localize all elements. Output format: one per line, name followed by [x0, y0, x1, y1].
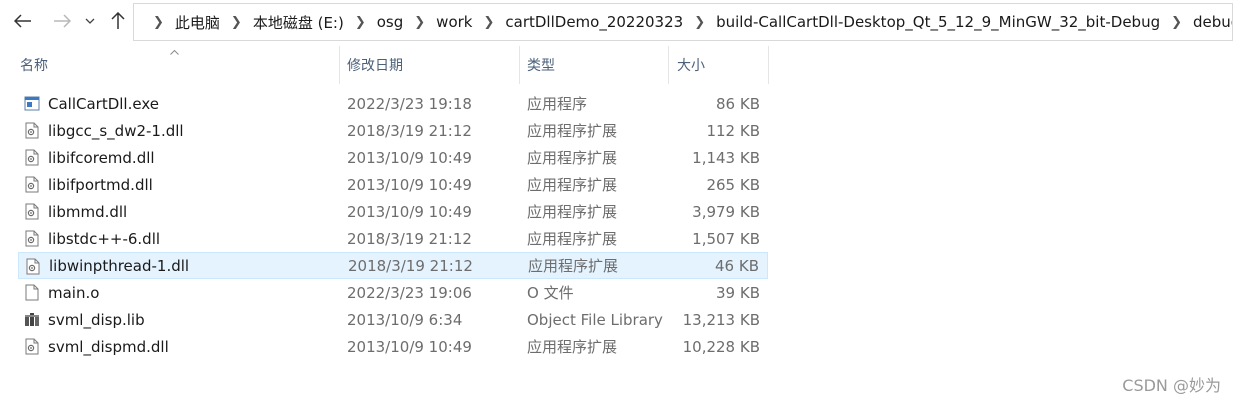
- file-size: 3,979 KB: [692, 202, 760, 221]
- file-modified-date: 2022/3/23 19:06: [347, 283, 472, 302]
- column-header-type-label: 类型: [527, 58, 555, 74]
- file-size: 265 KB: [706, 175, 760, 194]
- file-modified-date: 2013/10/9 6:34: [347, 310, 463, 329]
- file-modified-date: 2018/3/19 21:12: [348, 256, 473, 275]
- up-button[interactable]: [107, 10, 129, 32]
- file-size: 10,228 KB: [682, 337, 760, 356]
- file-type: 应用程序扩展: [527, 230, 618, 248]
- column-divider[interactable]: [768, 46, 769, 84]
- file-size: 1,507 KB: [692, 229, 760, 248]
- chevron-down-icon: [85, 18, 95, 24]
- dll-icon: [24, 338, 40, 355]
- column-header-size-label: 大小: [677, 58, 705, 74]
- file-icon: [24, 284, 40, 301]
- dll-icon: [24, 230, 40, 247]
- file-type: 应用程序: [527, 95, 588, 113]
- file-list: CallCartDll.exe 2022/3/23 19:18 应用程序 86 KB l…: [18, 90, 768, 360]
- file-row[interactable]: libstdc++-6.dll 2018/3/19 21:12 应用程序扩展 1,50…: [18, 225, 768, 252]
- chevron-right-icon[interactable]: ❯: [355, 15, 366, 30]
- address-bar[interactable]: ❯ 此电脑 ❯ 本地磁盘 (E:) ❯ osg ❯ work ❯ cartDll…: [133, 3, 1233, 41]
- chevron-right-icon[interactable]: ❯: [1171, 15, 1182, 30]
- file-modified-date: 2022/3/23 19:18: [347, 94, 472, 113]
- file-type: 应用程序扩展: [527, 203, 618, 221]
- file-name: libmmd.dll: [48, 202, 128, 221]
- sort-ascending-icon: [170, 47, 179, 58]
- file-type: O 文件: [527, 284, 574, 302]
- file-name: main.o: [48, 283, 100, 302]
- file-modified-date: 2013/10/9 10:49: [347, 337, 472, 356]
- column-header-type[interactable]: 类型: [520, 46, 668, 84]
- file-size: 86 KB: [716, 94, 760, 113]
- file-name: svml_dispmd.dll: [48, 337, 169, 356]
- file-row[interactable]: libifportmd.dll 2013/10/9 10:49 应用程序扩展 265 …: [18, 171, 768, 198]
- file-size: 112 KB: [706, 121, 760, 140]
- dll-icon: [24, 203, 40, 220]
- dll-icon: [25, 258, 41, 275]
- chevron-right-icon[interactable]: ❯: [153, 15, 164, 30]
- file-modified-date: 2013/10/9 10:49: [347, 202, 472, 221]
- file-row[interactable]: CallCartDll.exe 2022/3/23 19:18 应用程序 86 KB: [18, 90, 768, 117]
- file-name: CallCartDll.exe: [48, 94, 159, 113]
- back-button[interactable]: [12, 10, 34, 32]
- chevron-right-icon[interactable]: ❯: [694, 15, 705, 30]
- forward-button[interactable]: [51, 10, 73, 32]
- breadcrumb-item[interactable]: work: [434, 13, 474, 31]
- file-type: 应用程序扩展: [527, 122, 618, 140]
- file-name: libifcoremd.dll: [48, 148, 155, 167]
- arrow-right-icon: [54, 14, 71, 28]
- watermark: CSDN @妙为: [1122, 376, 1221, 395]
- file-name: libifportmd.dll: [48, 175, 153, 194]
- column-header-name[interactable]: 名称: [0, 46, 339, 84]
- column-header-date-label: 修改日期: [347, 58, 403, 74]
- breadcrumb-item[interactable]: 此电脑: [173, 12, 222, 33]
- file-row[interactable]: main.o 2022/3/23 19:06 O 文件 39 KB: [18, 279, 768, 306]
- file-name: svml_disp.lib: [48, 310, 145, 329]
- column-header-size[interactable]: 大小: [669, 46, 768, 84]
- file-row[interactable]: libifcoremd.dll 2013/10/9 10:49 应用程序扩展 1,14…: [18, 144, 768, 171]
- file-size: 46 KB: [715, 256, 759, 275]
- dll-icon: [24, 122, 40, 139]
- file-type: 应用程序扩展: [527, 149, 618, 167]
- navigation-bar: ❯ 此电脑 ❯ 本地磁盘 (E:) ❯ osg ❯ work ❯ cartDll…: [0, 0, 1235, 44]
- file-modified-date: 2018/3/19 21:12: [347, 229, 472, 248]
- arrow-up-icon: [111, 12, 125, 29]
- file-modified-date: 2013/10/9 10:49: [347, 148, 472, 167]
- file-row[interactable]: libgcc_s_dw2-1.dll 2018/3/19 21:12 应用程序扩展 1…: [18, 117, 768, 144]
- arrow-left-icon: [14, 14, 31, 28]
- file-name: libwinpthread-1.dll: [49, 256, 190, 275]
- lib-icon: [24, 311, 40, 328]
- chevron-right-icon[interactable]: ❯: [483, 15, 494, 30]
- column-header-name-label: 名称: [20, 58, 48, 74]
- file-type: Object File Library: [527, 310, 663, 329]
- file-size: 1,143 KB: [692, 148, 760, 167]
- chevron-right-icon[interactable]: ❯: [231, 15, 242, 30]
- dll-icon: [24, 149, 40, 166]
- breadcrumb-item[interactable]: cartDllDemo_20220323: [503, 13, 685, 31]
- column-header-date[interactable]: 修改日期: [340, 46, 519, 84]
- breadcrumb-item[interactable]: build-CallCartDll-Desktop_Qt_5_12_9_MinG…: [714, 13, 1162, 31]
- file-modified-date: 2013/10/9 10:49: [347, 175, 472, 194]
- file-size: 13,213 KB: [682, 310, 760, 329]
- dll-icon: [24, 176, 40, 193]
- column-header-row: 名称 修改日期 类型 大小: [0, 46, 1235, 84]
- breadcrumb-item[interactable]: 本地磁盘 (E:): [251, 12, 346, 33]
- exe-icon: [24, 95, 40, 112]
- file-name: libgcc_s_dw2-1.dll: [48, 121, 184, 140]
- breadcrumb-item-current[interactable]: debug: [1191, 13, 1232, 31]
- file-name: libstdc++-6.dll: [48, 229, 161, 248]
- file-type: 应用程序扩展: [527, 338, 618, 356]
- chevron-right-icon[interactable]: ❯: [414, 15, 425, 30]
- file-row[interactable]: libmmd.dll 2013/10/9 10:49 应用程序扩展 3,979 KB: [18, 198, 768, 225]
- file-row[interactable]: libwinpthread-1.dll 2018/3/19 21:12 应用程序扩展…: [18, 252, 768, 279]
- file-modified-date: 2018/3/19 21:12: [347, 121, 472, 140]
- file-type: 应用程序扩展: [528, 257, 619, 275]
- file-row[interactable]: svml_dispmd.dll 2013/10/9 10:49 应用程序扩展 10,2…: [18, 333, 768, 360]
- breadcrumb-item[interactable]: osg: [375, 13, 406, 31]
- file-size: 39 KB: [716, 283, 760, 302]
- recent-locations-button[interactable]: [82, 10, 98, 32]
- file-type: 应用程序扩展: [527, 176, 618, 194]
- file-row[interactable]: svml_disp.lib 2013/10/9 6:34 Object File L…: [18, 306, 768, 333]
